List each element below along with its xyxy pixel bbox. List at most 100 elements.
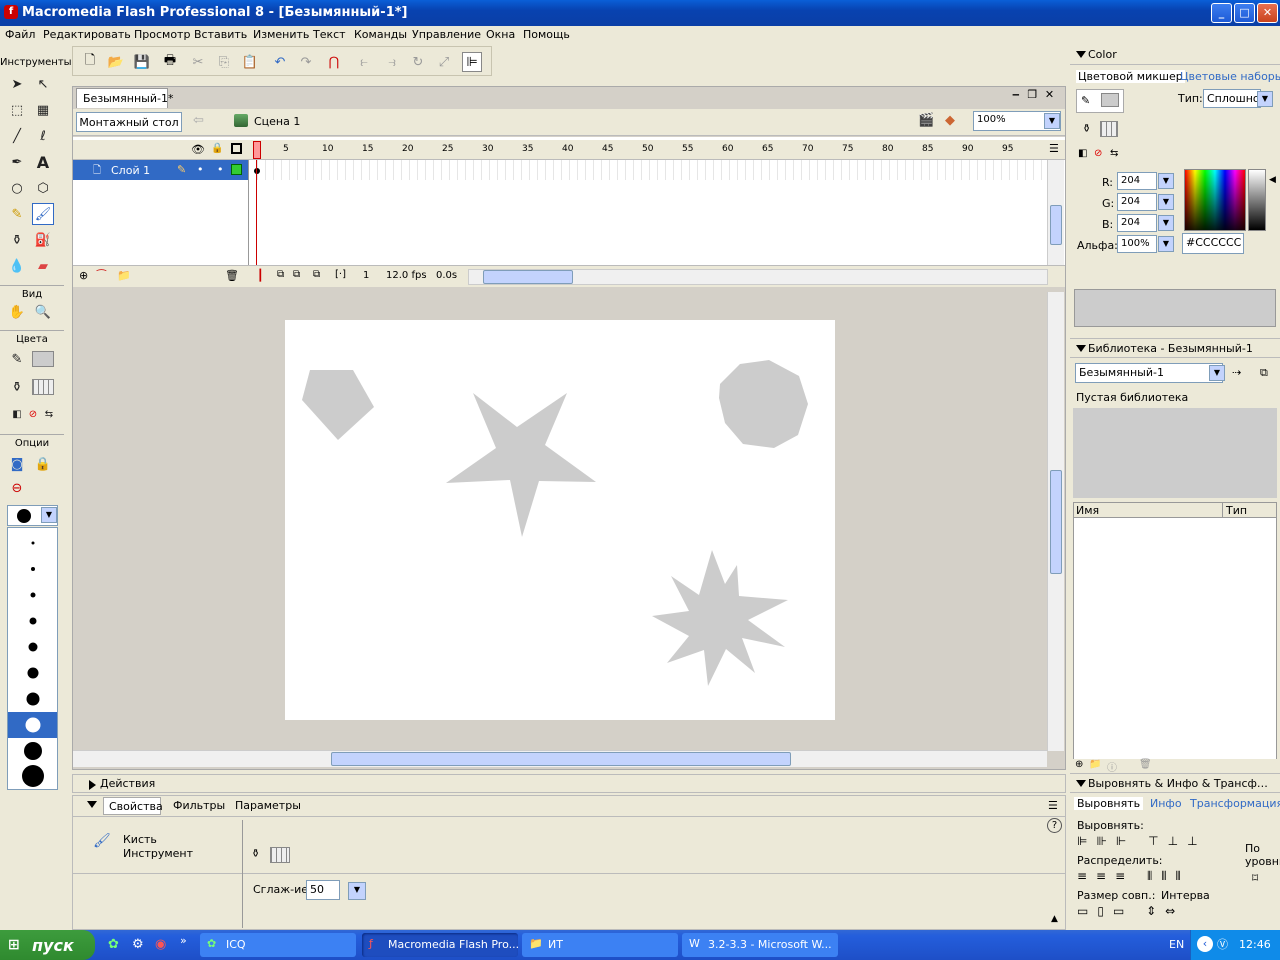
timeline-hscroll[interactable] [468, 269, 1048, 285]
match-size-buttons-icon[interactable]: ▭▯▭ ⇕⇔ [1077, 904, 1184, 918]
brush-size-option[interactable] [31, 541, 34, 545]
stroke-selector[interactable]: ✎ [1076, 89, 1124, 113]
close-button[interactable]: ✕ [1257, 3, 1278, 23]
arrow-tool-icon[interactable]: ➤ [6, 73, 28, 95]
fill-color-swatch[interactable] [270, 847, 290, 863]
tab-properties[interactable]: Свойства [103, 797, 163, 815]
b-input[interactable]: 204 [1117, 214, 1157, 232]
rotate-icon[interactable]: ↻ [408, 52, 428, 72]
opera-icon[interactable]: ◉ [155, 937, 166, 952]
brush-shape-icon[interactable]: ⊖ [6, 477, 28, 499]
new-file-icon[interactable]: 🗋 [80, 52, 100, 72]
scroll-thumb[interactable] [331, 752, 791, 766]
menu-control[interactable]: Управление [412, 28, 481, 41]
stage-hscroll[interactable] [73, 750, 1047, 767]
brush-tool-icon[interactable]: 🖌 [32, 203, 54, 225]
frame-rate[interactable]: 12.0 fps [386, 270, 427, 281]
pin-icon[interactable]: ⇢ [1232, 366, 1241, 379]
alpha-input[interactable]: 100% [1117, 235, 1157, 253]
quicklaunch-icon[interactable]: ⚙ [132, 937, 144, 952]
menu-window[interactable]: Окна [486, 28, 515, 41]
quicklaunch-more-icon[interactable]: » [180, 934, 187, 947]
hex-input[interactable]: #CCCCCC [1182, 233, 1244, 254]
tab-transform[interactable]: Трансформация [1190, 797, 1280, 810]
chevron-down-icon[interactable]: ▼ [1209, 365, 1225, 381]
lock-dot[interactable]: • [217, 163, 224, 176]
pencil-tool-icon[interactable]: ✎ [6, 203, 28, 225]
distribute-buttons-icon[interactable]: ≡≡≡ ⦀⦀⦀ [1077, 869, 1190, 884]
onion-skin-icon[interactable]: ⧉ [277, 269, 284, 280]
library-panel-header[interactable]: Библиотека - Безымянный-1 [1070, 338, 1280, 358]
cut-icon[interactable]: ✂ [188, 52, 208, 72]
chevron-down-icon[interactable]: ▼ [348, 882, 366, 900]
column-name[interactable]: Имя [1076, 504, 1099, 517]
paint-bucket-icon[interactable]: ⛽ [32, 229, 54, 251]
menu-insert[interactable]: Вставить [194, 28, 247, 41]
library-select[interactable]: Безымянный-1 [1075, 363, 1223, 383]
language-indicator[interactable]: EN [1169, 938, 1184, 951]
keyframe[interactable] [254, 168, 260, 174]
stroke-color-icon[interactable]: ✎ [6, 348, 28, 370]
task-folder[interactable]: 📁 ИТ [522, 933, 678, 957]
onion-outline-icon[interactable]: ⧉ [293, 269, 300, 280]
edit-scene-icon[interactable]: 🎬 [918, 113, 934, 128]
properties-icon[interactable]: ⓘ [1107, 759, 1117, 774]
brush-size-option[interactable] [29, 617, 36, 625]
fill-swatch[interactable] [1100, 121, 1118, 137]
chevron-down-icon[interactable]: ▼ [1158, 173, 1174, 189]
scroll-thumb[interactable] [1050, 470, 1062, 574]
delete-icon[interactable]: 🗑 [1139, 759, 1152, 770]
document-tab[interactable]: Безымянный-1* [76, 88, 173, 108]
to-stage-icon[interactable]: ⌑ [1252, 871, 1258, 885]
collapse-icon[interactable]: ▲ [1051, 914, 1058, 924]
brush-size-option[interactable] [21, 765, 44, 787]
brush-size-option[interactable] [30, 592, 35, 598]
layer-name[interactable]: Слой 1 [111, 164, 150, 177]
onion-markers-icon[interactable]: [·] [335, 269, 346, 280]
eraser-tool-icon[interactable]: ▰ [32, 255, 54, 277]
lock-fill-icon[interactable]: 🔒 [32, 453, 54, 475]
brush-size-option[interactable] [30, 567, 35, 571]
menu-modify[interactable]: Изменить [253, 28, 309, 41]
fill-color-swatch[interactable] [32, 379, 54, 395]
brightness-slider[interactable] [1248, 169, 1266, 231]
chevron-down-icon[interactable]: ▼ [1158, 236, 1174, 252]
scroll-thumb[interactable] [483, 270, 573, 284]
layer-row[interactable]: 🗋 Слой 1 ✎ • • [73, 160, 248, 180]
add-layer-icon[interactable]: ⊕ [79, 269, 88, 282]
save-icon[interactable]: 💾 [132, 52, 152, 72]
fill-bucket-icon[interactable]: ⚱ [251, 847, 260, 860]
swap-colors-icon[interactable]: ⇆ [1110, 148, 1118, 159]
text-tool-icon[interactable]: A [32, 151, 54, 173]
playhead[interactable] [253, 141, 261, 159]
eye-icon[interactable]: 👁 [191, 143, 205, 156]
new-library-icon[interactable]: ⧉ [1260, 366, 1268, 380]
actions-panel-header[interactable]: Действия [72, 774, 1066, 793]
menu-view[interactable]: Просмотр [134, 28, 190, 41]
new-symbol-icon[interactable]: ⊕ [1075, 759, 1083, 770]
delete-layer-icon[interactable]: 🗑 [225, 269, 239, 282]
library-list[interactable]: Имя Тип [1073, 502, 1277, 760]
stroke-color-swatch[interactable] [32, 351, 54, 367]
paste-icon[interactable]: 📋 [240, 52, 260, 72]
menu-file[interactable]: Файл [5, 28, 35, 41]
brush-mode-icon[interactable]: ◙ [6, 453, 28, 475]
maximize-button[interactable]: □ [1234, 3, 1255, 23]
task-icq[interactable]: ✿ ICQ [200, 933, 356, 957]
copy-icon[interactable]: ⎘ [214, 52, 234, 72]
color-panel-header[interactable]: Color [1070, 45, 1280, 65]
smooth-icon[interactable]: ⥼ [354, 52, 374, 72]
open-file-icon[interactable]: 📂 [106, 52, 126, 72]
tab-filters[interactable]: Фильтры [173, 799, 225, 812]
menu-commands[interactable]: Команды [354, 28, 407, 41]
fill-color-icon[interactable]: ⚱ [6, 376, 28, 398]
scene-label[interactable]: Сцена 1 [254, 115, 300, 128]
straighten-icon[interactable]: ⥽ [382, 52, 402, 72]
edit-multiple-icon[interactable]: ⧉ [313, 269, 320, 280]
brightness-arrow-icon[interactable]: ◀ [1269, 175, 1276, 185]
visible-dot[interactable]: • [197, 163, 204, 176]
no-color-icon[interactable]: ⊘ [1094, 148, 1102, 159]
timeline-menu-icon[interactable]: ☰ [1049, 142, 1059, 155]
start-button[interactable]: ⊞ пуск [0, 930, 95, 960]
new-folder-icon[interactable]: 📁 [1089, 759, 1101, 770]
